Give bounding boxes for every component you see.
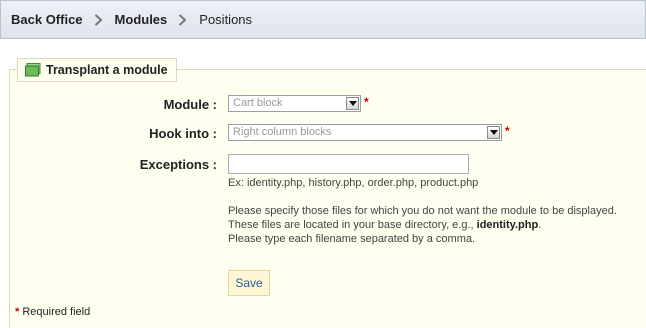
chevron-right-icon [178, 13, 187, 26]
help-line-2: These files are located in your base dir… [228, 219, 541, 232]
breadcrumb-modules[interactable]: Modules [115, 12, 168, 27]
module-icon [25, 63, 41, 77]
hook-select-value: Right column blocks [233, 126, 332, 138]
breadcrumb-back-office[interactable]: Back Office [11, 12, 83, 27]
chevron-right-icon [94, 13, 103, 26]
panel-title: Transplant a module [46, 63, 168, 77]
module-select[interactable]: Cart block [228, 95, 361, 112]
required-marker: * [364, 95, 369, 109]
save-button[interactable]: Save [228, 270, 270, 296]
dropdown-arrow-icon [346, 97, 359, 110]
required-marker: * [505, 124, 510, 138]
exceptions-label: Exceptions : [139, 157, 217, 172]
help-line-1: Please specify those files for which you… [228, 205, 617, 217]
help-line-2-suffix: . [538, 219, 542, 231]
hook-select[interactable]: Right column blocks [228, 124, 502, 141]
module-select-value: Cart block [233, 97, 283, 109]
exceptions-input[interactable] [228, 154, 469, 174]
required-star: * [15, 306, 20, 318]
module-label: Module : [163, 97, 217, 112]
required-field-text: Required field [22, 306, 91, 318]
hook-label: Hook into : [149, 126, 217, 141]
help-line-2-filename: identity.php [476, 219, 539, 231]
panel-legend: Transplant a module [17, 58, 177, 82]
help-line-2-prefix: These files are located in your base dir… [228, 219, 477, 231]
breadcrumb-positions: Positions [199, 12, 253, 27]
dropdown-arrow-icon [487, 126, 500, 139]
help-line-3: Please type each filename separated by a… [228, 233, 476, 245]
required-field-note: * Required field [15, 306, 90, 318]
breadcrumb: Back Office Modules Positions [0, 0, 646, 39]
exceptions-example: Ex: identity.php, history.php, order.php… [228, 177, 479, 189]
